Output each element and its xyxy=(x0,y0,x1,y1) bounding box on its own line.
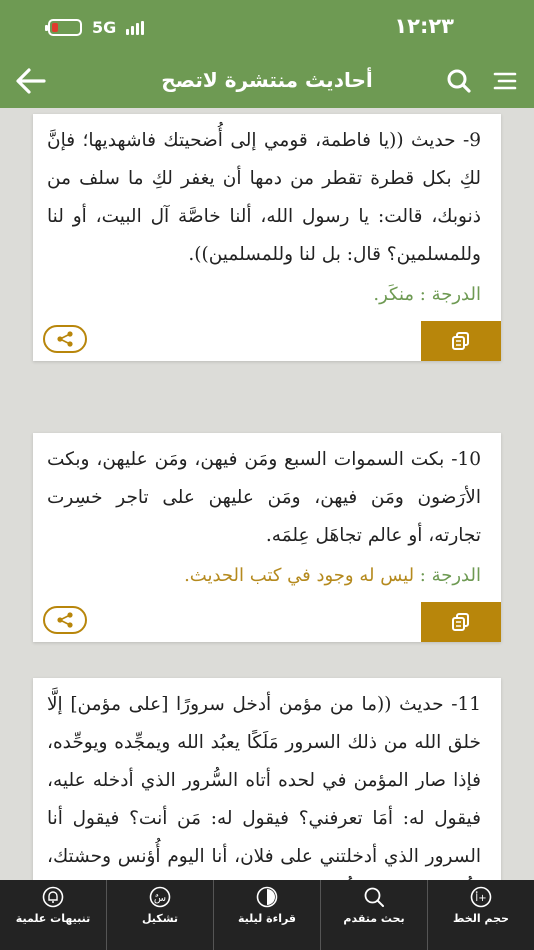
tab-label: قراءة ليلية xyxy=(237,912,297,925)
diacritics-button[interactable]: سٌ تشكيل xyxy=(106,880,213,950)
card-actions xyxy=(33,305,501,361)
share-icon xyxy=(57,612,73,628)
signal-icon xyxy=(126,20,145,35)
copy-button[interactable] xyxy=(421,602,501,642)
diacritics-icon: سٌ xyxy=(149,886,171,908)
status-time: ١٢:٢٣ xyxy=(394,14,454,38)
hadith-text: 10- بكت السموات السبع ومَن فيهن، ومَن عل… xyxy=(47,449,481,546)
svg-text:سٌ: سٌ xyxy=(154,893,166,904)
hadith-card: 11- حديث ((ما من مؤمن أدخل سرورًا [على م… xyxy=(33,678,501,880)
network-label: 5G xyxy=(92,18,117,37)
app-bar: أحاديث منتشرة لاتصح xyxy=(0,56,534,108)
grade-value: ليس له وجود في كتب الحديث. xyxy=(184,565,415,586)
copy-button[interactable] xyxy=(421,321,501,361)
share-button[interactable] xyxy=(43,606,87,634)
copy-icon xyxy=(452,332,469,350)
advanced-search-icon xyxy=(364,887,384,907)
night-mode-icon xyxy=(256,886,278,908)
notifications-bell-icon xyxy=(42,886,64,908)
grade-value: منكَر. xyxy=(373,284,415,305)
font-size-button[interactable]: أ+ حجم الخط xyxy=(427,880,534,950)
bottom-toolbar: أ+ حجم الخط بحث متقدم قراءة ليلية سٌ تشك… xyxy=(0,880,534,950)
grade-label: الدرجة : xyxy=(419,565,481,586)
hadith-grade: الدرجة : منكَر. xyxy=(33,274,501,305)
hadith-card: 9- حديث ((يا فاطمة، قومي إلى أُضحيتك فاش… xyxy=(33,114,501,361)
svg-text:أ+: أ+ xyxy=(475,891,486,904)
search-icon[interactable] xyxy=(446,68,472,94)
status-indicators: 5G xyxy=(45,18,145,37)
menu-icon[interactable] xyxy=(492,70,518,92)
tab-label: بحث متقدم xyxy=(343,912,405,925)
status-bar: 5G ١٢:٢٣ xyxy=(0,0,534,56)
advanced-search-button[interactable]: بحث متقدم xyxy=(320,880,427,950)
battery-icon xyxy=(45,19,82,36)
hadith-text: 9- حديث ((يا فاطمة، قومي إلى أُضحيتك فاش… xyxy=(47,130,482,265)
card-actions xyxy=(33,586,501,642)
tab-label: حجم الخط xyxy=(453,912,509,925)
hadith-grade: الدرجة : ليس له وجود في كتب الحديث. xyxy=(33,555,501,586)
hadith-text: 11- حديث ((ما من مؤمن أدخل سرورًا [على م… xyxy=(47,694,481,867)
copy-icon xyxy=(452,613,469,631)
notifications-button[interactable]: تنبيهات علمية xyxy=(0,880,106,950)
share-icon xyxy=(57,331,73,347)
hadith-card: 10- بكت السموات السبع ومَن فيهن، ومَن عل… xyxy=(33,433,501,642)
share-button[interactable] xyxy=(43,325,87,353)
font-size-icon: أ+ xyxy=(470,886,492,908)
tab-label: تنبيهات علمية xyxy=(15,912,91,925)
grade-label: الدرجة : xyxy=(419,284,481,305)
hadith-list[interactable]: 9- حديث ((يا فاطمة، قومي إلى أُضحيتك فاش… xyxy=(0,108,534,880)
night-mode-button[interactable]: قراءة ليلية xyxy=(213,880,320,950)
tab-label: تشكيل xyxy=(141,912,179,925)
